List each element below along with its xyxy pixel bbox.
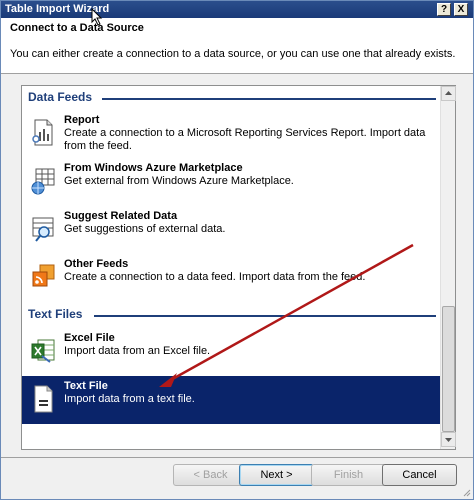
table-import-wizard-window: Table Import Wizard ? X Connect to a Dat… [0,0,474,500]
mouse-cursor-icon [91,8,103,26]
annotation-arrow-icon [159,243,414,387]
